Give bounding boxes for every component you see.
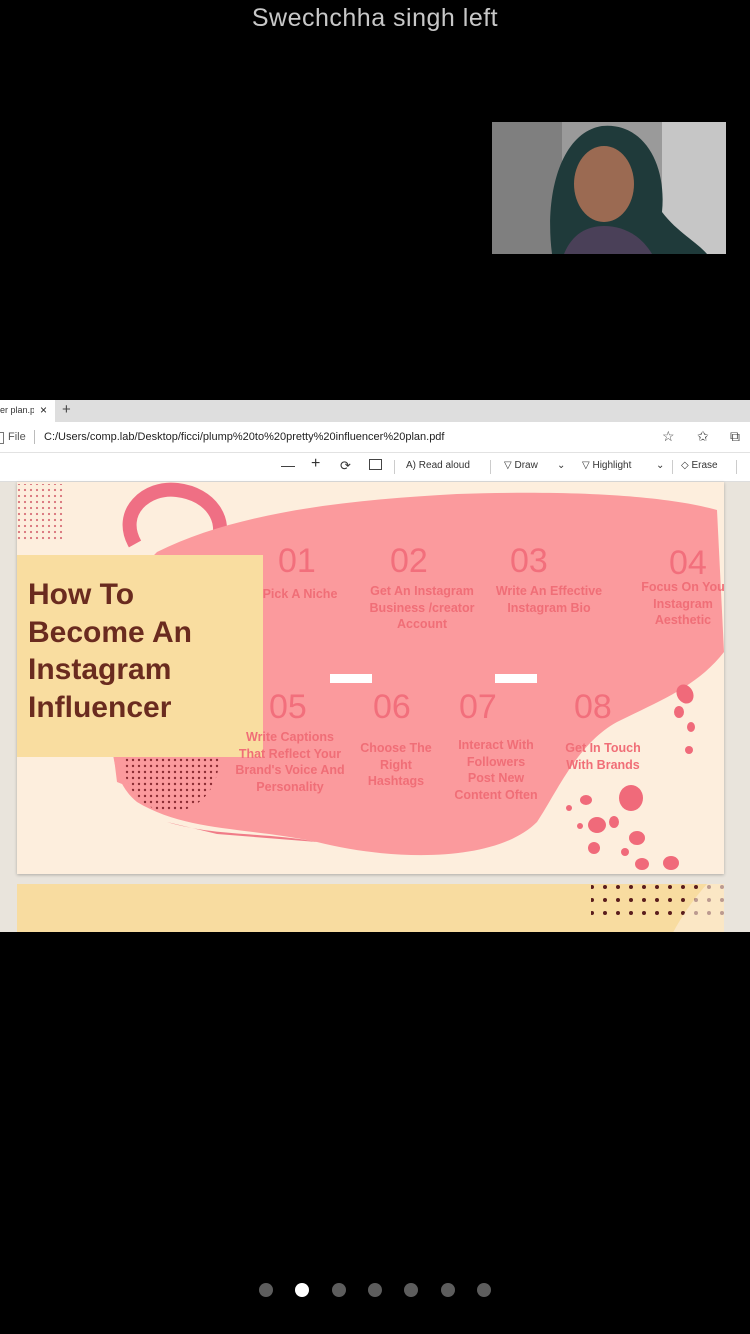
page-dot[interactable] [258, 1283, 273, 1297]
file-scheme-icon [0, 432, 4, 444]
page-dot[interactable] [440, 1283, 455, 1297]
step-number: 06 [373, 688, 411, 726]
browser-tab-bar: er plan.p × + [0, 400, 750, 422]
tab-close-icon[interactable]: × [40, 403, 47, 417]
address-separator [34, 430, 35, 444]
collections-icon[interactable]: ⧉ [730, 428, 740, 445]
file-label: File [8, 431, 26, 443]
slide-title-line: Become An [28, 615, 192, 649]
page-dot[interactable] [404, 1283, 419, 1297]
zoom-in-button[interactable]: + [311, 455, 320, 473]
highlight-label: Highlight [592, 460, 632, 471]
participant-video-tile[interactable] [492, 122, 726, 254]
draw-icon: ▽ [504, 460, 512, 471]
pdf-toolbar: — + ⟳ A) Read aloud ▽ Draw ⌄ ▽ Highlight… [0, 453, 750, 482]
slide-title-line: Influencer [28, 690, 172, 724]
step-label: Write Captions That Reflect Your Brand's… [235, 730, 345, 794]
slide-title-line: How To [28, 578, 135, 611]
step-number: 03 [510, 542, 548, 580]
browser-tab[interactable]: er plan.p × [0, 400, 55, 422]
step-label: Pick A Niche [262, 587, 338, 601]
browser-tab-title: er plan.p [0, 405, 34, 415]
favorites-list-icon[interactable]: ✩ [697, 428, 709, 445]
erase-label: Erase [691, 460, 718, 471]
highlight-options-chevron-icon[interactable]: ⌄ [656, 460, 664, 471]
page-dot[interactable] [368, 1283, 382, 1297]
draw-label: Draw [514, 460, 538, 471]
eraser-icon: ◇ [681, 460, 689, 471]
step-number: 08 [574, 688, 612, 726]
address-url[interactable]: C:/Users/comp.lab/Desktop/ficci/plump%20… [44, 431, 445, 443]
step-number: 04 [669, 544, 707, 582]
pdf-page-slide: How To Become An Instagram Influencer 01… [17, 482, 724, 874]
new-tab-button[interactable]: + [62, 401, 71, 418]
participant-video-image [492, 122, 726, 254]
divider-dash [330, 674, 372, 683]
draw-button[interactable]: ▽ Draw [504, 460, 538, 471]
page-dot[interactable] [477, 1283, 492, 1297]
step-number: 02 [390, 542, 428, 580]
favorite-star-icon[interactable]: ☆ [662, 428, 675, 445]
zoom-out-button[interactable]: — [281, 457, 295, 473]
slide-title: How To Become An Instagram Influencer [28, 576, 268, 726]
toolbar-separator [394, 460, 395, 474]
read-aloud-button[interactable]: A) Read aloud [406, 460, 470, 471]
highlight-icon: ▽ [582, 460, 590, 471]
step-number: 07 [459, 688, 497, 726]
slide-decoration [591, 884, 724, 932]
step-label: Get In Touch With Brands [565, 741, 641, 772]
divider-dash [495, 674, 537, 683]
pdf-page-next [17, 884, 724, 932]
step-label: Get An Instagram Business /creator Accou… [369, 584, 475, 631]
erase-button[interactable]: ◇ Erase [681, 460, 718, 471]
read-aloud-label: Read aloud [418, 460, 470, 471]
page-indicator [0, 1283, 750, 1297]
step-label: Focus On You Instagram Aesthetic [641, 580, 724, 627]
call-notice: Swechchha singh left [251, 4, 499, 32]
page-dot[interactable] [331, 1283, 346, 1297]
step-label: Write An Effective Instagram Bio [495, 584, 603, 615]
step-number: 01 [278, 542, 316, 580]
step-number: 05 [269, 688, 307, 726]
page-dot-active[interactable] [295, 1283, 310, 1297]
step-label: Choose The Right Hashtags [360, 741, 432, 788]
fit-page-icon[interactable] [369, 459, 382, 470]
draw-options-chevron-icon[interactable]: ⌄ [557, 460, 565, 471]
screen-share: er plan.p × + File C:/Users/comp.lab/Des… [0, 400, 750, 932]
toolbar-separator [490, 460, 491, 474]
read-aloud-icon: A) [406, 460, 416, 471]
slide-title-line: Instagram [28, 653, 172, 686]
rotate-icon[interactable]: ⟳ [340, 458, 351, 474]
highlight-button[interactable]: ▽ Highlight [582, 460, 631, 471]
toolbar-separator [736, 460, 737, 474]
toolbar-separator [672, 460, 673, 474]
step-label: Interact With Followers Post New Content… [454, 738, 538, 802]
address-bar: File C:/Users/comp.lab/Desktop/ficci/plu… [0, 422, 750, 453]
